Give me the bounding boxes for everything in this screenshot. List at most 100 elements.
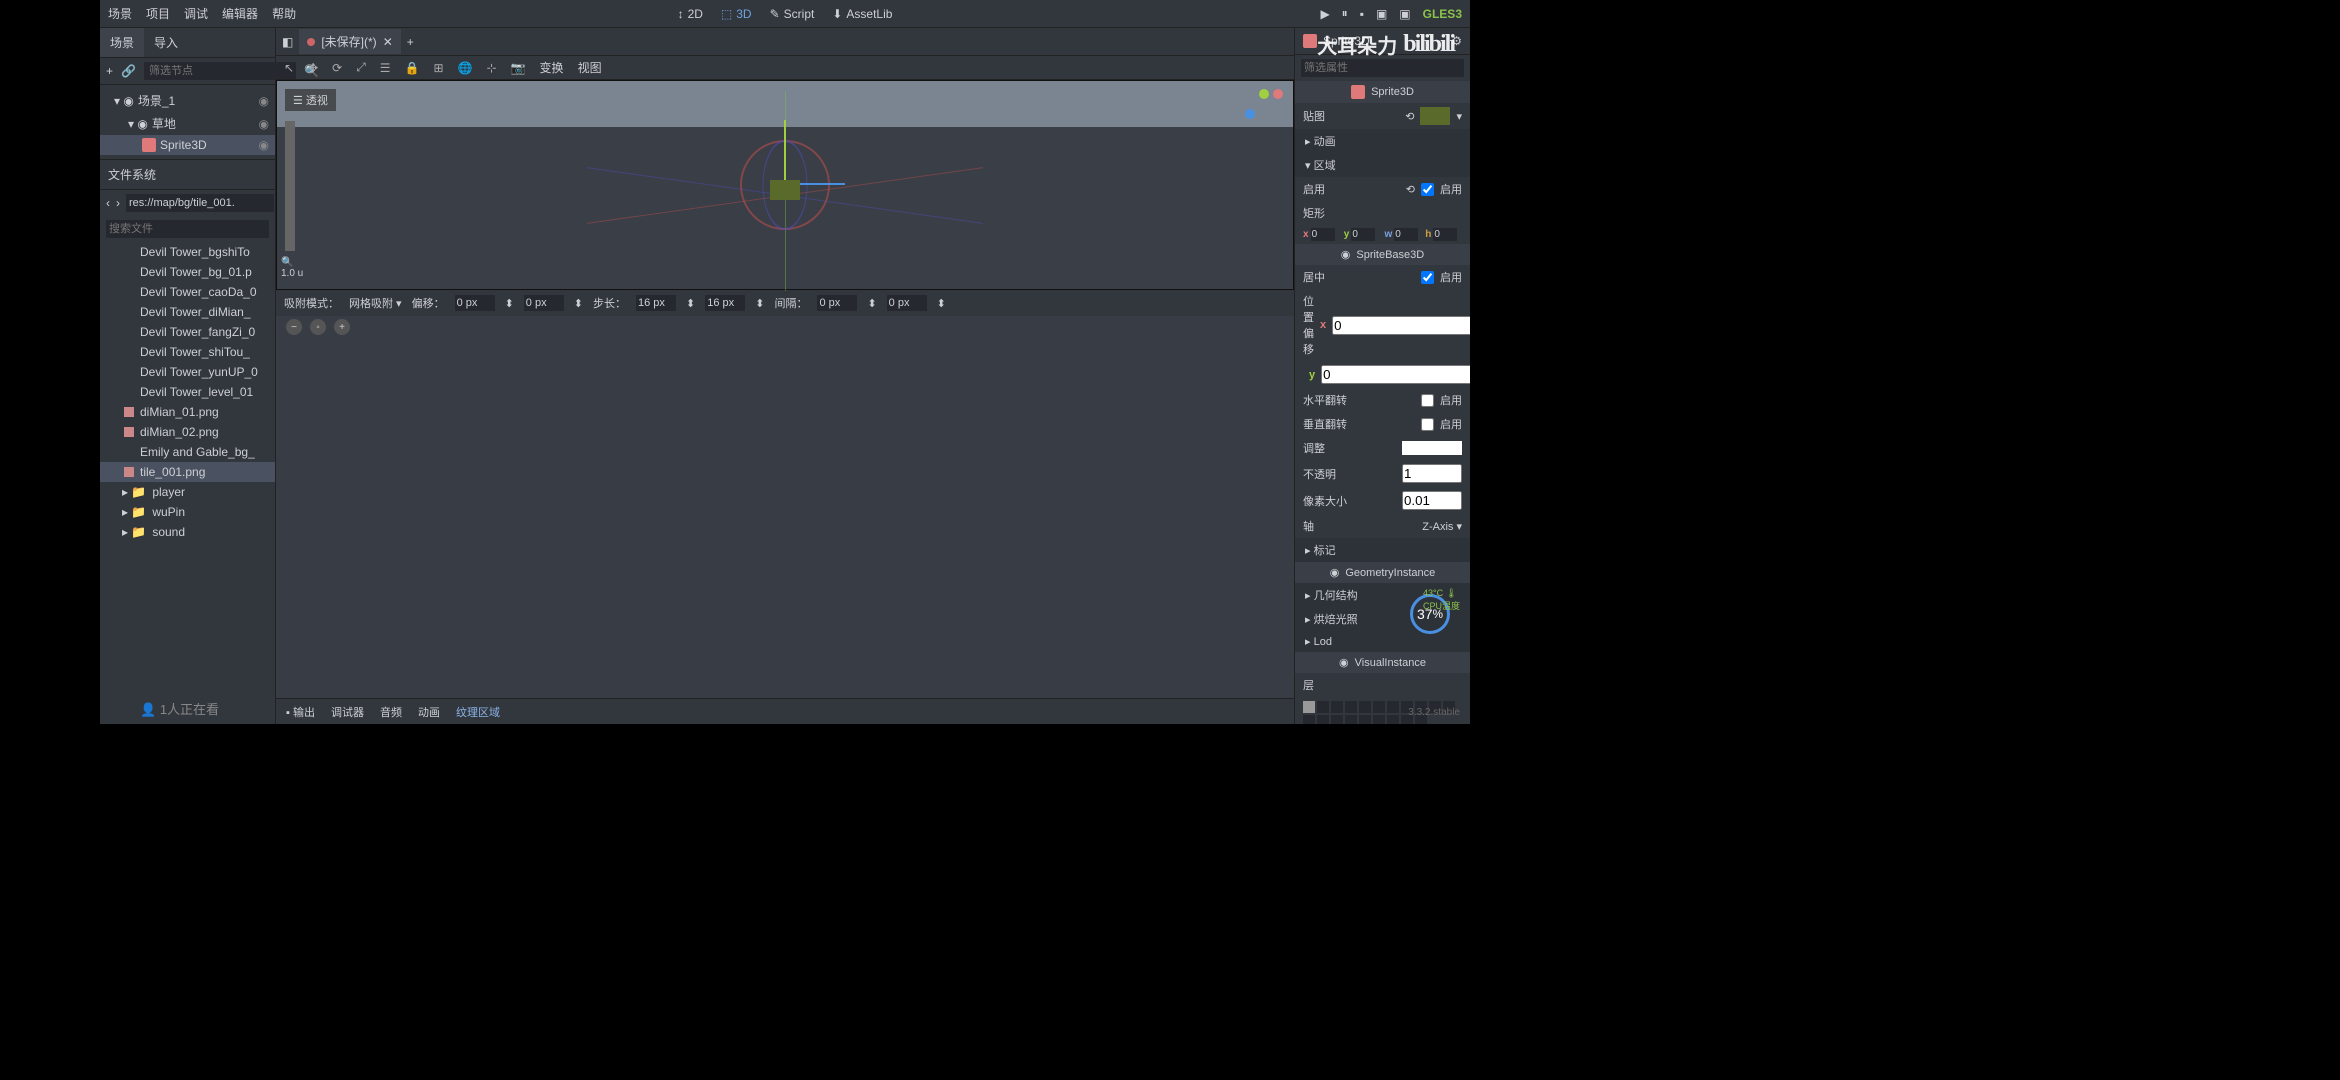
globe-icon[interactable]: 🌐 <box>458 61 473 75</box>
bottom-tab-anim[interactable]: 动画 <box>418 704 440 720</box>
file-item[interactable]: Devil Tower_yunUP_0 <box>100 362 275 382</box>
menu-editor[interactable]: 编辑器 <box>222 5 258 22</box>
flipv-checkbox[interactable] <box>1421 418 1434 431</box>
add-node-icon[interactable]: + <box>106 64 113 78</box>
path-input[interactable] <box>126 194 274 212</box>
play-scene-icon[interactable]: ▣ <box>1376 7 1387 21</box>
enable-checkbox[interactable] <box>1421 183 1434 196</box>
visibility-icon[interactable]: ◉ <box>259 117 269 131</box>
file-item[interactable]: Devil Tower_shiTou_ <box>100 342 275 362</box>
link-icon[interactable]: 🔗 <box>121 64 136 78</box>
axis-select[interactable]: Z-Axis ▾ <box>1422 520 1462 533</box>
dist-free-icon[interactable]: ◧ <box>282 35 293 49</box>
mode-3d[interactable]: ⬚ 3D <box>721 7 752 21</box>
revert-icon[interactable]: ⟲ <box>1406 183 1415 196</box>
close-icon[interactable]: ✕ <box>383 35 393 49</box>
offset-y-input[interactable] <box>524 295 564 311</box>
nav-fwd-icon[interactable]: › <box>116 196 120 210</box>
fliph-checkbox[interactable] <box>1421 394 1434 407</box>
zoom-out-icon[interactable]: − <box>286 319 302 335</box>
rect-w-input[interactable] <box>1394 228 1418 241</box>
stop-icon[interactable]: ▪ <box>1360 7 1364 21</box>
cat-flags[interactable]: 标记 <box>1295 538 1470 562</box>
tree-node[interactable]: ▾ ◉ 草地◉ <box>100 112 275 135</box>
offset-y-input[interactable] <box>1321 365 1470 384</box>
play-custom-icon[interactable]: ▣ <box>1399 7 1410 21</box>
file-item[interactable]: Devil Tower_bg_01.p <box>100 262 275 282</box>
file-item[interactable]: Devil Tower_diMian_ <box>100 302 275 322</box>
pause-icon[interactable]: ⏸ <box>1342 6 1348 21</box>
rect-y-input[interactable] <box>1351 228 1375 241</box>
rotate-tool-icon[interactable]: ⟳ <box>332 61 342 75</box>
transform-menu[interactable]: 变换 <box>540 59 564 76</box>
folder-item[interactable]: player <box>100 482 275 502</box>
snap-mode-select[interactable]: 网格吸附 ▾ <box>349 295 402 311</box>
opacity-input[interactable] <box>1402 464 1462 483</box>
visibility-icon[interactable]: ◉ <box>259 94 269 108</box>
zoom-reset-icon[interactable]: ◦ <box>310 319 326 335</box>
tab-scene[interactable]: 场景 <box>100 28 144 57</box>
tab-import[interactable]: 导入 <box>144 28 188 57</box>
fs-search-input[interactable] <box>106 220 269 238</box>
axis-gizmo[interactable] <box>1245 89 1285 129</box>
file-item[interactable]: diMian_01.png <box>100 402 275 422</box>
list-tool-icon[interactable]: ☰ <box>380 61 391 75</box>
pixelsize-input[interactable] <box>1402 491 1462 510</box>
tree-root[interactable]: ▾ ◉ 场景_1◉ <box>100 89 275 112</box>
tree-node-selected[interactable]: Sprite3D◉ <box>100 135 275 155</box>
select-tool-icon[interactable]: ↖ <box>284 61 294 75</box>
file-item[interactable]: diMian_02.png <box>100 422 275 442</box>
file-item-selected[interactable]: tile_001.png <box>100 462 275 482</box>
add-tab-icon[interactable]: + <box>407 35 414 49</box>
step-x-input[interactable] <box>636 295 676 311</box>
selected-object-gizmo[interactable] <box>740 140 830 230</box>
filter-nodes-input[interactable] <box>144 62 296 80</box>
move-tool-icon[interactable]: ✥ <box>308 61 318 75</box>
texture-preview[interactable] <box>1420 107 1450 125</box>
snap-icon[interactable]: ⊹ <box>487 61 497 75</box>
menu-debug[interactable]: 调试 <box>184 5 208 22</box>
gap-y-input[interactable] <box>887 295 927 311</box>
menu-scene[interactable]: 场景 <box>108 5 132 22</box>
mode-script[interactable]: ✎ Script <box>770 7 815 21</box>
file-item[interactable]: Emily and Gable_bg_ <box>100 442 275 462</box>
file-item[interactable]: Devil Tower_level_01 <box>100 382 275 402</box>
bottom-tab-region[interactable]: 纹理区域 <box>456 704 500 720</box>
cat-region[interactable]: 区域 <box>1295 153 1470 177</box>
view-menu[interactable]: 视图 <box>578 59 602 76</box>
play-icon[interactable]: ▶ <box>1320 7 1329 21</box>
nav-back-icon[interactable]: ‹ <box>106 196 110 210</box>
cat-lod[interactable]: Lod <box>1295 631 1470 652</box>
offset-x-input[interactable] <box>455 295 495 311</box>
menu-project[interactable]: 项目 <box>146 5 170 22</box>
step-y-input[interactable] <box>705 295 745 311</box>
camera-icon[interactable]: 📷 <box>511 61 526 75</box>
file-item[interactable]: Devil Tower_caoDa_0 <box>100 282 275 302</box>
folder-item[interactable]: sound <box>100 522 275 542</box>
filter-props-input[interactable] <box>1301 59 1464 77</box>
centered-checkbox[interactable] <box>1421 271 1434 284</box>
mode-2d[interactable]: ↕ 2D <box>678 7 703 21</box>
gap-x-input[interactable] <box>817 295 857 311</box>
perspective-badge[interactable]: ☰ 透视 <box>285 89 336 111</box>
revert-icon[interactable]: ⟲ <box>1405 110 1414 123</box>
zoom-in-icon[interactable]: + <box>334 319 350 335</box>
offset-x-input[interactable] <box>1332 316 1470 335</box>
zoom-slider[interactable] <box>285 121 295 251</box>
file-item[interactable]: Devil Tower_fangZi_0 <box>100 322 275 342</box>
bottom-tab-audio[interactable]: 音频 <box>380 704 402 720</box>
viewport[interactable]: ☰ 透视 🔍1.0 u <box>276 80 1294 698</box>
mode-assetlib[interactable]: ⬇ AssetLib <box>832 7 892 21</box>
menu-help[interactable]: 帮助 <box>272 5 296 22</box>
folder-item[interactable]: wuPin <box>100 502 275 522</box>
group-icon[interactable]: ⊞ <box>434 61 444 75</box>
rect-h-input[interactable] <box>1433 228 1457 241</box>
bottom-tab-output[interactable]: ▪ 输出 <box>286 704 315 720</box>
color-picker[interactable] <box>1402 441 1462 455</box>
scale-tool-icon[interactable]: ⤢ <box>356 60 366 75</box>
visibility-icon[interactable]: ◉ <box>259 138 269 152</box>
viewport-3d[interactable]: ☰ 透视 🔍1.0 u <box>276 80 1294 290</box>
lock-icon[interactable]: 🔒 <box>405 61 420 75</box>
bottom-tab-debugger[interactable]: 调试器 <box>331 704 364 720</box>
renderer-label[interactable]: GLES3 <box>1423 7 1462 21</box>
